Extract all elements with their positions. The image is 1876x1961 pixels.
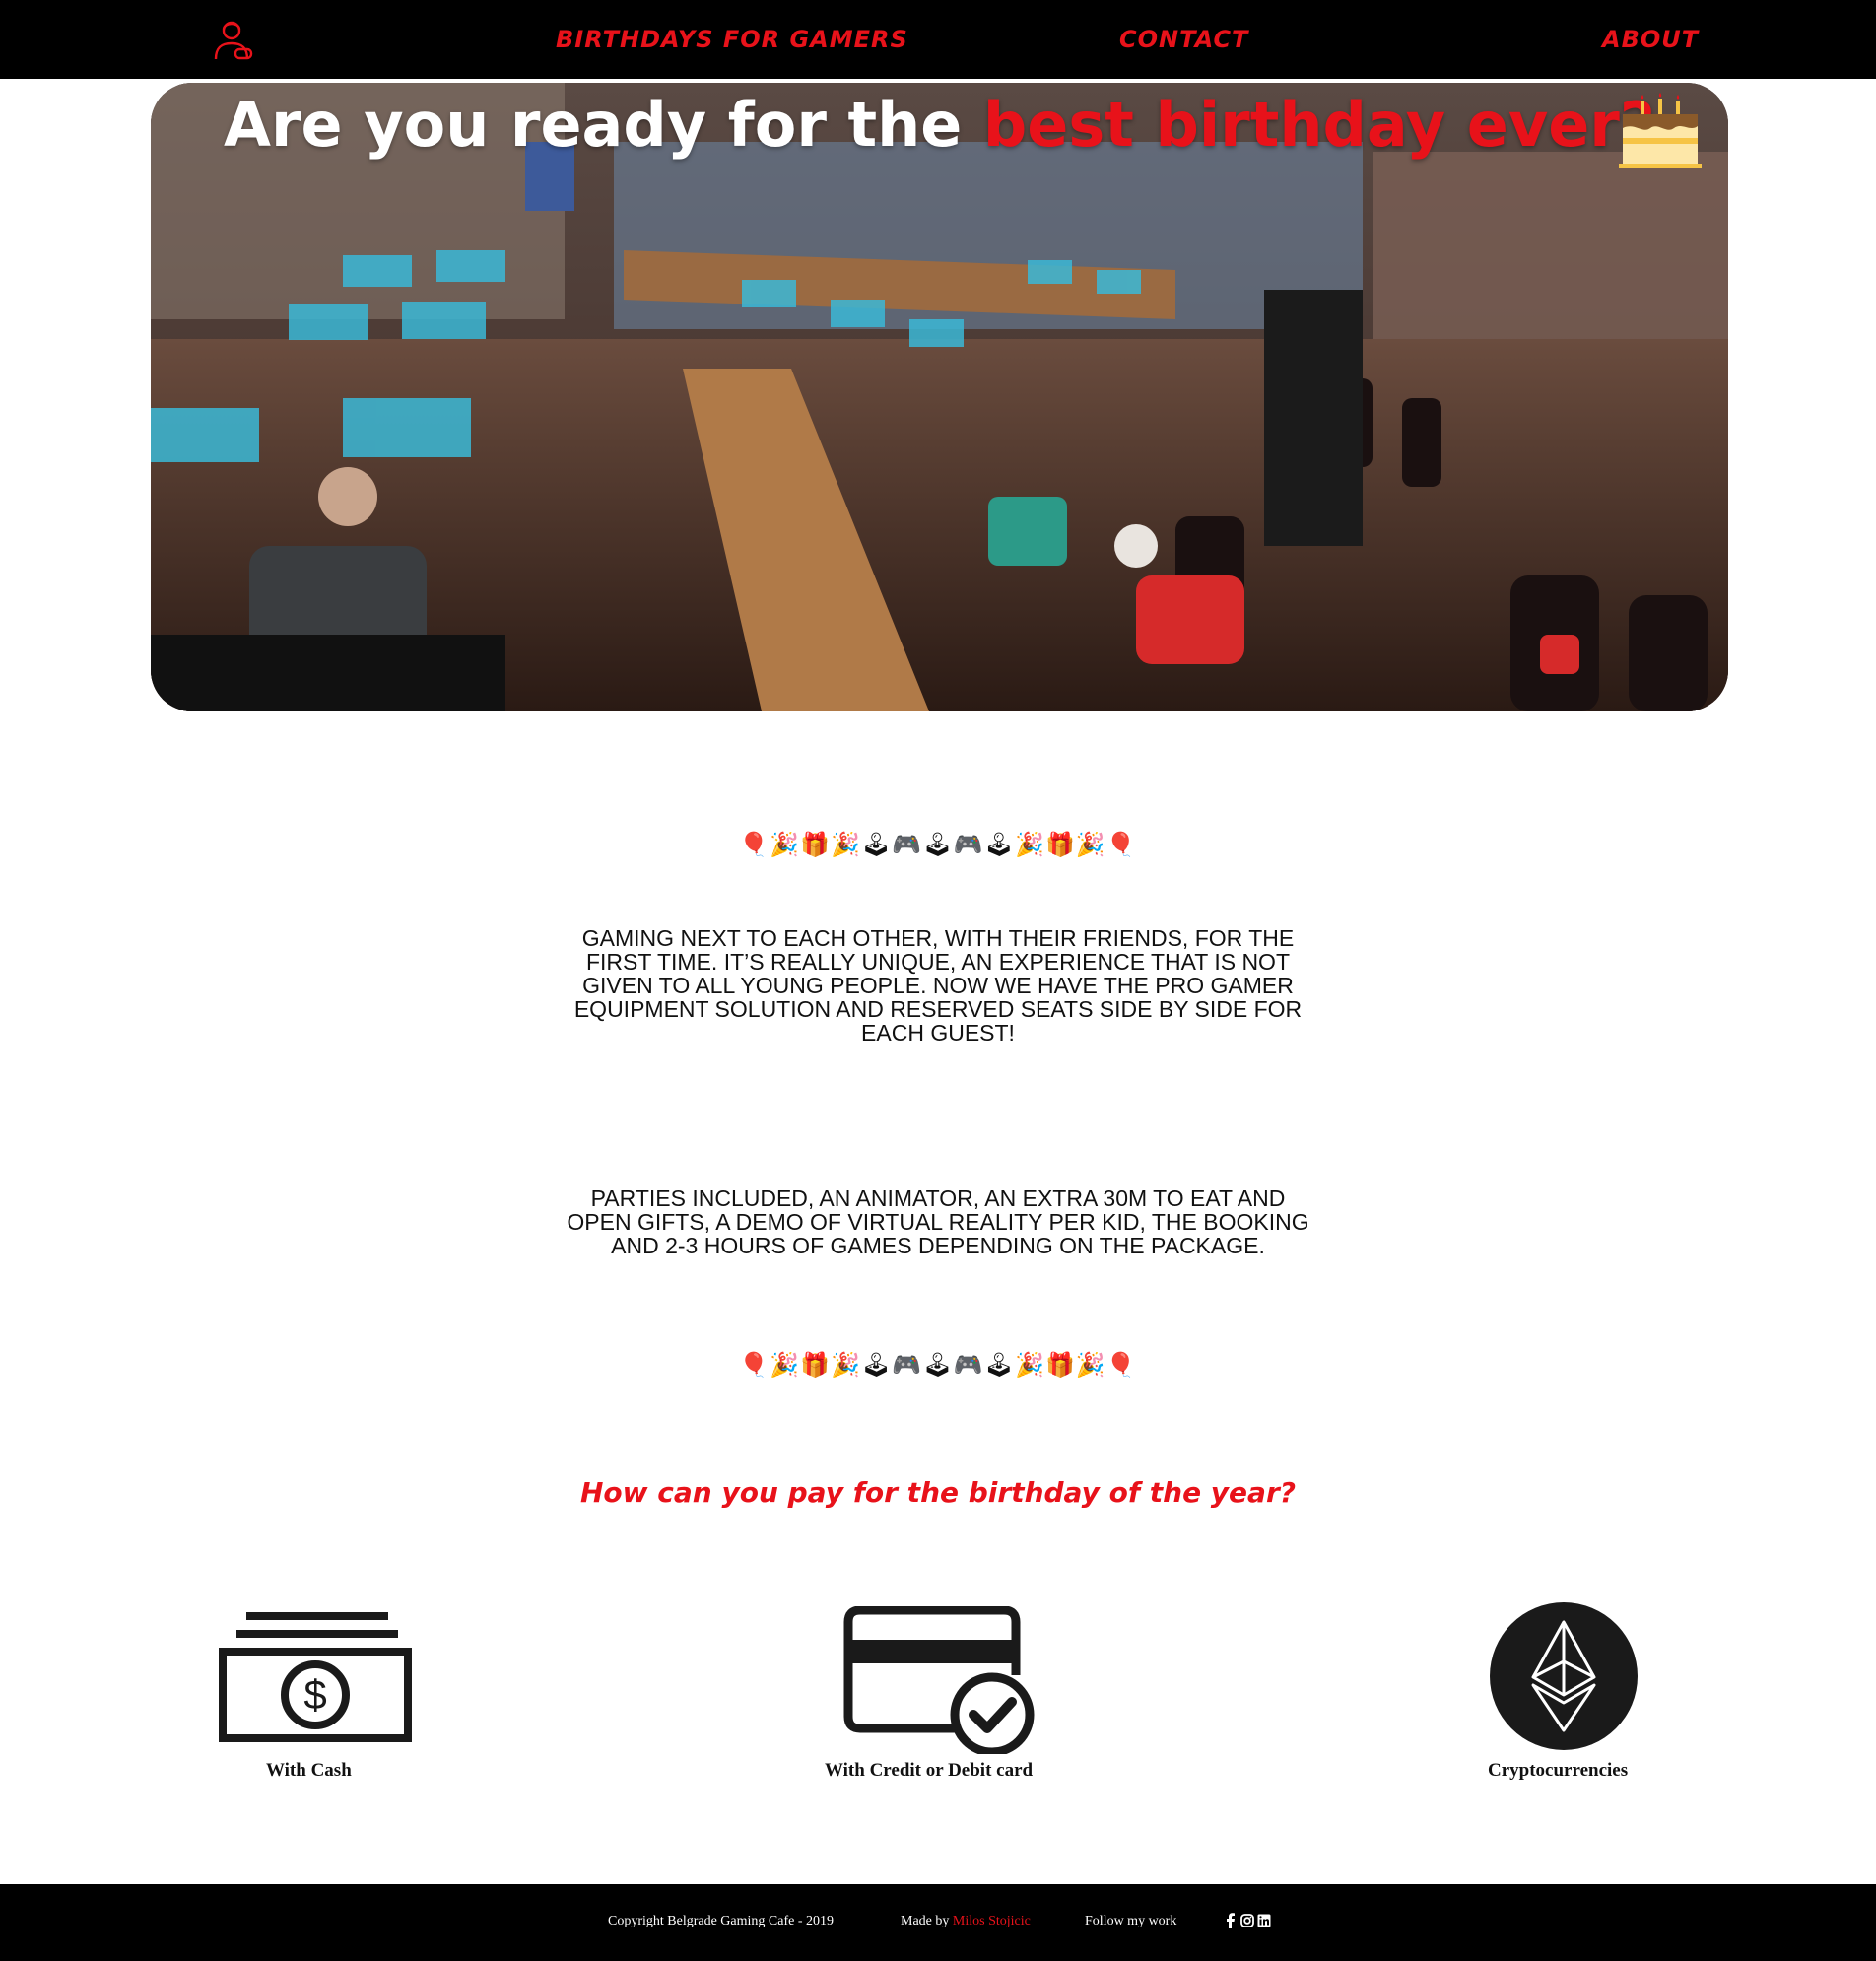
intro-paragraph: Gaming next to each other, with their fr… (573, 925, 1303, 1046)
footer-follow: Follow my work (1085, 1914, 1177, 1928)
payment-label-card: With Credit or Debit card (825, 1760, 1034, 1781)
includes-paragraph: Parties included, an animator, an extra … (567, 1185, 1309, 1258)
svg-text:$: $ (303, 1671, 326, 1718)
payment-label-crypto: Cryptocurrencies (1488, 1760, 1629, 1781)
hero-title: Are you ready for the best birthday ever… (224, 89, 1655, 161)
facebook-icon[interactable] (1224, 1913, 1238, 1928)
hero-banner: Are you ready for the best birthday ever… (151, 83, 1728, 711)
social-icons (1224, 1913, 1271, 1928)
top-nav: BIRTHDAYS FOR GAMERS CONTACT ABOUT (0, 0, 1876, 79)
nav-link-birthdays[interactable]: BIRTHDAYS FOR GAMERS (556, 26, 908, 53)
birthday-cake-icon (1619, 93, 1702, 168)
footer-copyright: Copyright Belgrade Gaming Cafe - 2019 (608, 1914, 835, 1928)
gamer-headset-icon[interactable] (210, 18, 257, 61)
hero-title-highlight: best birthday ever? (982, 89, 1655, 161)
gaming-cafe-photo (151, 83, 1728, 711)
payment-label-cash: With Cash (266, 1760, 352, 1781)
nav-link-about[interactable]: ABOUT (1602, 26, 1699, 53)
author-link[interactable]: Milos Stojicic (953, 1914, 1031, 1928)
linkedin-icon[interactable] (1257, 1913, 1271, 1928)
emoji-divider-top: 🎈🎉🎁🎉🕹🎮🕹🎮🕹🎉🎁🎉🎈 (739, 831, 1137, 858)
cash-icon: $ (219, 1612, 412, 1742)
nav-link-contact[interactable]: CONTACT (1119, 26, 1248, 53)
emoji-divider-bottom: 🎈🎉🎁🎉🕹🎮🕹🎮🕹🎉🎁🎉🎈 (739, 1351, 1137, 1379)
credit-card-check-icon (843, 1606, 1035, 1754)
footer-made-by: Made by Milos Stojicic (901, 1914, 1031, 1928)
instagram-icon[interactable] (1240, 1913, 1254, 1928)
footer: Copyright Belgrade Gaming Cafe - 2019 Ma… (0, 1884, 1876, 1961)
ethereum-icon (1490, 1602, 1638, 1750)
payment-heading: How can you pay for the birthday of the … (580, 1476, 1296, 1509)
